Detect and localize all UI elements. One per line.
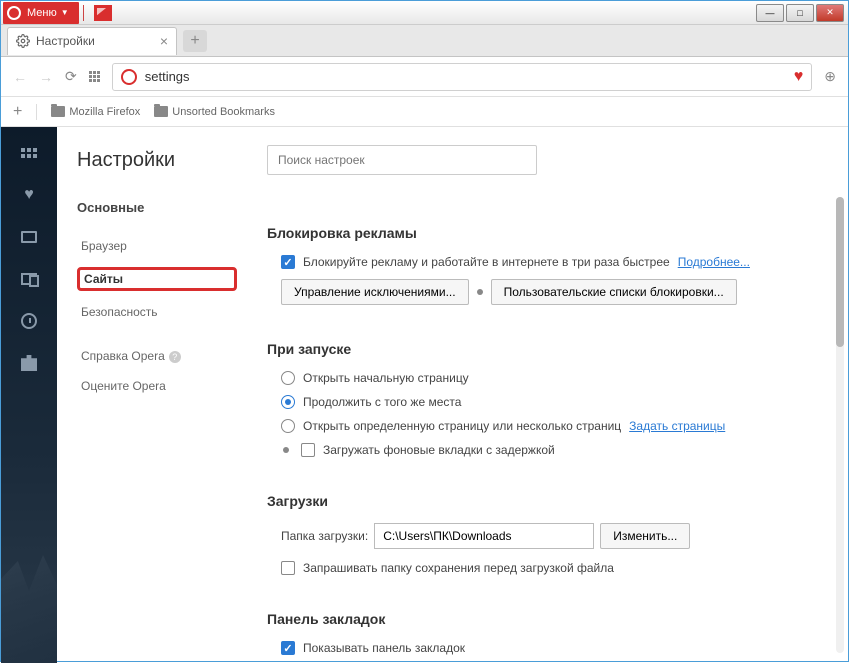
folder-icon xyxy=(51,106,65,117)
startup-radio-specific[interactable]: Открыть определенную страницу или нескол… xyxy=(281,419,824,433)
custom-lists-button[interactable]: Пользовательские списки блокировки... xyxy=(491,279,737,305)
add-bookmark-button[interactable]: + xyxy=(13,103,22,121)
heart-icon[interactable]: ♥ xyxy=(794,68,804,86)
flag-icon[interactable] xyxy=(94,5,112,21)
menu-label: Меню xyxy=(27,7,57,19)
tab-settings[interactable]: Настройки × xyxy=(7,27,177,55)
checkbox-icon[interactable] xyxy=(281,561,295,575)
bookmark-bar: + Mozilla Firefox Unsorted Bookmarks xyxy=(1,97,848,127)
checkbox-icon[interactable] xyxy=(281,255,295,269)
opera-menu-button[interactable]: Меню ▼ xyxy=(3,2,79,24)
set-pages-link[interactable]: Задать страницы xyxy=(629,419,725,433)
separator xyxy=(36,104,37,120)
rail-device-icon[interactable] xyxy=(19,269,39,289)
scrollbar-thumb[interactable] xyxy=(836,197,844,347)
bookmark-folder-unsorted[interactable]: Unsorted Bookmarks xyxy=(154,106,275,118)
sidebar-item-security[interactable]: Безопасность xyxy=(77,303,237,321)
sidebar-item-browser[interactable]: Браузер xyxy=(77,237,237,255)
reload-button[interactable]: ⟳ xyxy=(65,68,77,85)
change-folder-button[interactable]: Изменить... xyxy=(600,523,690,549)
rail-extensions-icon[interactable] xyxy=(19,353,39,373)
tab-title: Настройки xyxy=(36,34,95,48)
settings-main: Блокировка рекламы Блокируйте рекламу и … xyxy=(257,127,848,663)
forward-button[interactable]: → xyxy=(39,69,53,85)
address-input[interactable] xyxy=(145,69,786,84)
checkbox-label: Блокируйте рекламу и работайте в интерне… xyxy=(303,255,670,269)
close-button[interactable]: ✕ xyxy=(816,4,844,22)
bookmark-label: Mozilla Firefox xyxy=(69,106,140,118)
radio-label: Открыть начальную страницу xyxy=(303,371,469,385)
section-downloads: Загрузки Папка загрузки: Изменить... Зап… xyxy=(267,493,824,575)
window-controls: — □ ✕ xyxy=(756,4,844,22)
settings-sidebar: Настройки Основные Браузер Сайты Безопас… xyxy=(57,127,257,663)
checkbox-icon[interactable] xyxy=(281,641,295,655)
tab-strip: Настройки × + xyxy=(1,25,848,57)
checkbox-icon[interactable] xyxy=(301,443,315,457)
rail-bookmarks-icon[interactable]: ♥ xyxy=(19,185,39,205)
speed-dial-icon[interactable] xyxy=(89,71,100,82)
help-icon: ? xyxy=(169,351,181,363)
new-tab-button[interactable]: + xyxy=(183,30,207,52)
bookmark-folder-firefox[interactable]: Mozilla Firefox xyxy=(51,106,140,118)
section-bookmarks-panel: Панель закладок Показывать панель заклад… xyxy=(267,611,824,655)
content-area: ♥ Настройки Основные Браузер Сайты Безоп… xyxy=(1,127,848,663)
folder-icon xyxy=(154,106,168,117)
sidebar-item-rate[interactable]: Оцените Opera xyxy=(77,377,237,395)
learn-more-link[interactable]: Подробнее... xyxy=(678,255,750,269)
back-button[interactable]: ← xyxy=(13,69,27,85)
opera-logo-icon xyxy=(7,6,21,20)
adblock-checkbox-row[interactable]: Блокируйте рекламу и работайте в интерне… xyxy=(281,255,824,269)
rail-speed-dial-icon[interactable] xyxy=(19,143,39,163)
minimize-button[interactable]: — xyxy=(756,4,784,22)
show-bookmarks-row[interactable]: Показывать панель закладок xyxy=(281,641,824,655)
settings-search-input[interactable] xyxy=(267,145,537,175)
left-rail: ♥ xyxy=(1,127,57,663)
manage-exceptions-button[interactable]: Управление исключениями... xyxy=(281,279,469,305)
download-folder-label: Папка загрузки: xyxy=(281,529,368,543)
dropdown-arrow-icon: ▼ xyxy=(61,8,69,17)
startup-lazy-load-row[interactable]: Загружать фоновые вкладки с задержкой xyxy=(281,443,824,457)
startup-radio-start-page[interactable]: Открыть начальную страницу xyxy=(281,371,824,385)
downloads-icon[interactable]: ⊕ xyxy=(824,68,836,85)
maximize-button[interactable]: □ xyxy=(786,4,814,22)
section-title: При запуске xyxy=(267,341,824,357)
rail-background xyxy=(1,543,57,663)
bookmark-label: Unsorted Bookmarks xyxy=(172,106,275,118)
sidebar-item-sites[interactable]: Сайты xyxy=(77,267,237,291)
radio-icon[interactable] xyxy=(281,395,295,409)
startup-radio-continue[interactable]: Продолжить с того же места xyxy=(281,395,824,409)
download-folder-input[interactable] xyxy=(374,523,594,549)
gear-icon xyxy=(16,34,30,48)
radio-label: Продолжить с того же места xyxy=(303,395,461,409)
address-bar[interactable]: ♥ xyxy=(112,63,813,91)
sidebar-item-help[interactable]: Справка Opera? xyxy=(77,347,237,365)
page-title: Настройки xyxy=(77,149,237,172)
tab-close-icon[interactable]: × xyxy=(160,33,168,49)
sidebar-section-basic[interactable]: Основные xyxy=(77,200,237,215)
separator xyxy=(83,5,84,21)
radio-icon[interactable] xyxy=(281,419,295,433)
checkbox-label: Загружать фоновые вкладки с задержкой xyxy=(323,443,555,457)
bullet-icon xyxy=(477,289,483,295)
bullet-icon xyxy=(283,447,289,453)
window-titlebar: Меню ▼ — □ ✕ xyxy=(1,1,848,25)
section-title: Загрузки xyxy=(267,493,824,509)
navigation-bar: ← → ⟳ ♥ ⊕ xyxy=(1,57,848,97)
scrollbar[interactable] xyxy=(836,197,844,653)
checkbox-label: Показывать панель закладок xyxy=(303,641,465,655)
radio-label: Открыть определенную страницу или нескол… xyxy=(303,419,621,433)
opera-icon xyxy=(121,69,137,85)
section-title: Панель закладок xyxy=(267,611,824,627)
download-ask-row[interactable]: Запрашивать папку сохранения перед загру… xyxy=(281,561,824,575)
section-adblock: Блокировка рекламы Блокируйте рекламу и … xyxy=(267,225,824,305)
radio-icon[interactable] xyxy=(281,371,295,385)
rail-history-icon[interactable] xyxy=(19,311,39,331)
checkbox-label: Запрашивать папку сохранения перед загру… xyxy=(303,561,614,575)
section-startup: При запуске Открыть начальную страницу П… xyxy=(267,341,824,457)
rail-news-icon[interactable] xyxy=(19,227,39,247)
section-title: Блокировка рекламы xyxy=(267,225,824,241)
